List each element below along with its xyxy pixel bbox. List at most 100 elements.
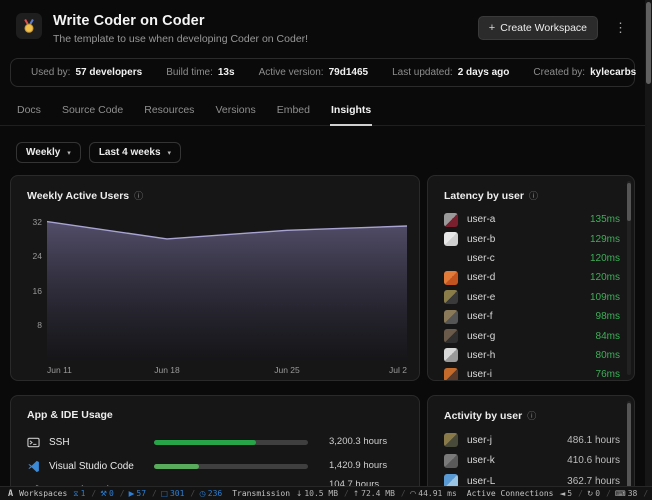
workspaces-other[interactable]: ◷236: [199, 489, 222, 498]
app-ide-usage-panel: App & IDE Usage SSH 3,200.3 hours: [10, 395, 420, 486]
panel-scrollbar[interactable]: [627, 181, 631, 375]
meta-label: Active version:: [259, 67, 324, 78]
active-connections-label: Active Connections: [467, 489, 554, 498]
meta-build-time: Build time: 13s: [166, 67, 234, 78]
activity-hours: 410.6 hours: [567, 455, 620, 466]
usage-bar-fill: [154, 464, 199, 469]
value: 10.5 MB: [304, 489, 338, 498]
meta-created-by: Created by: kylecarbs: [533, 67, 636, 78]
workspaces-pending[interactable]: ⧖1: [73, 489, 100, 498]
workspace-counts: ⧖1 ⚒0 ▶57 □301 ◷236: [73, 489, 222, 498]
usage-bar: [154, 440, 308, 445]
template-page: Write Coder on Coder The template to use…: [0, 0, 645, 486]
tab-docs[interactable]: Docs: [16, 96, 42, 125]
tab-versions[interactable]: Versions: [214, 96, 256, 125]
tab-source-code[interactable]: Source Code: [61, 96, 124, 125]
latency-title: Latency by user: [444, 190, 524, 202]
user-name: user-g: [467, 331, 587, 342]
list-item: user-e 109ms: [444, 288, 620, 307]
date-range-dropdown[interactable]: Last 4 weeks ▾: [89, 142, 181, 163]
avatar: [444, 368, 458, 381]
weekly-active-users-panel: Weekly Active Users ⓘ 8162432: [10, 175, 420, 381]
user-name: user-L: [467, 476, 558, 486]
meta-value: 79d1465: [329, 67, 368, 78]
kebab-menu-icon[interactable]: ⋮: [606, 17, 635, 39]
vscode-icon: [27, 460, 40, 473]
scrollbar-thumb[interactable]: [627, 183, 631, 221]
activity-user-list: user-j 486.1 hours user-k 410.6 hours us…: [428, 427, 634, 486]
avatar: [444, 474, 458, 486]
count: 301: [170, 489, 184, 498]
panel-title: Weekly Active Users ⓘ: [11, 176, 419, 207]
activity-by-user-panel: Activity by user ⓘ user-j 486.1 hours us…: [427, 395, 635, 486]
x-axis-tick: Jun 25: [274, 365, 300, 375]
workspaces-building[interactable]: ⚒0: [100, 489, 128, 498]
page-scrollbar[interactable]: [645, 0, 652, 486]
refresh-icon: ↻: [587, 490, 593, 498]
connection-counts: ◄5 ↻0 ⌨38 ▭1: [560, 489, 652, 498]
avatar: [444, 271, 458, 285]
scrollbar-thumb[interactable]: [646, 2, 651, 84]
usage-value-wrap: 104.7 hours Opened 38 times: [329, 479, 403, 486]
apps-title: App & IDE Usage: [27, 409, 113, 421]
hammer-icon: ⚒: [100, 490, 107, 498]
area-chart: [47, 213, 407, 360]
transmission-stats: ↓10.5 MB ↑72.4 MB ◠44.91 ms: [296, 489, 457, 498]
upload-stat: ↑72.4 MB: [353, 489, 410, 498]
app-name: SSH: [49, 437, 145, 448]
meta-label: Created by:: [533, 67, 585, 78]
chevron-down-icon: ▾: [168, 149, 172, 157]
wau-plot-area: [47, 213, 407, 360]
count: 0: [109, 489, 114, 498]
user-name: user-b: [467, 234, 581, 245]
meta-value: 2 days ago: [458, 67, 510, 78]
meta-last-updated: Last updated: 2 days ago: [392, 67, 509, 78]
usage-hours: 104.7 hours: [329, 479, 403, 486]
tab-resources[interactable]: Resources: [143, 96, 195, 125]
x-axis-tick: Jun 11: [47, 365, 72, 375]
interval-dropdown[interactable]: Weekly ▾: [16, 142, 81, 163]
panel-title: App & IDE Usage: [11, 396, 419, 426]
workspaces-stopped[interactable]: □301: [161, 489, 199, 498]
avatar: [444, 454, 458, 468]
stop-icon: □: [161, 490, 168, 498]
avatar: [444, 213, 458, 227]
status-logo: A: [6, 489, 19, 499]
scrollbar-thumb[interactable]: [627, 403, 631, 486]
template-avatar: [16, 13, 42, 39]
speaker-connections: ◄5: [560, 489, 587, 498]
list-item: user-h 80ms: [444, 346, 620, 365]
tab-embed[interactable]: Embed: [276, 96, 311, 125]
usage-value-wrap: 1,420.9 hours: [329, 460, 403, 472]
meta-label: Last updated:: [392, 67, 453, 78]
wau-x-axis: Jun 11Jun 18Jun 25Jul 2: [47, 363, 407, 377]
list-item: user-j 486.1 hours: [444, 430, 620, 451]
meta-active-version: Active version: 79d1465: [259, 67, 369, 78]
workspaces-running[interactable]: ▶57: [129, 489, 161, 498]
y-axis-tick: 8: [37, 320, 42, 330]
hourglass-icon: ⧖: [73, 490, 78, 498]
interval-dropdown-value: Weekly: [26, 147, 60, 158]
count: 5: [567, 489, 572, 498]
list-item: user-a 135ms: [444, 210, 620, 229]
list-item: user-k 410.6 hours: [444, 451, 620, 472]
latency-value: 135ms: [590, 214, 620, 225]
wau-y-axis: 8162432: [19, 213, 47, 360]
user-name: user-f: [467, 311, 587, 322]
avatar: [444, 290, 458, 304]
y-axis-tick: 24: [33, 251, 42, 261]
create-workspace-label: Create Workspace: [500, 22, 587, 34]
download-stat: ↓10.5 MB: [296, 489, 353, 498]
tab-insights[interactable]: Insights: [330, 96, 372, 125]
create-workspace-button[interactable]: + Create Workspace: [478, 16, 598, 40]
user-name: user-h: [467, 350, 587, 361]
panel-scrollbar[interactable]: [627, 401, 631, 486]
chevron-down-icon: ▾: [67, 149, 71, 157]
usage-value-wrap: 3,200.3 hours: [329, 436, 403, 448]
user-name: user-e: [467, 292, 581, 303]
download-icon: ↓: [296, 490, 302, 498]
info-icon: ⓘ: [527, 409, 536, 422]
activity-hours: 486.1 hours: [567, 435, 620, 446]
usage-bar: [154, 464, 308, 469]
chart-area-fill: [47, 222, 407, 360]
